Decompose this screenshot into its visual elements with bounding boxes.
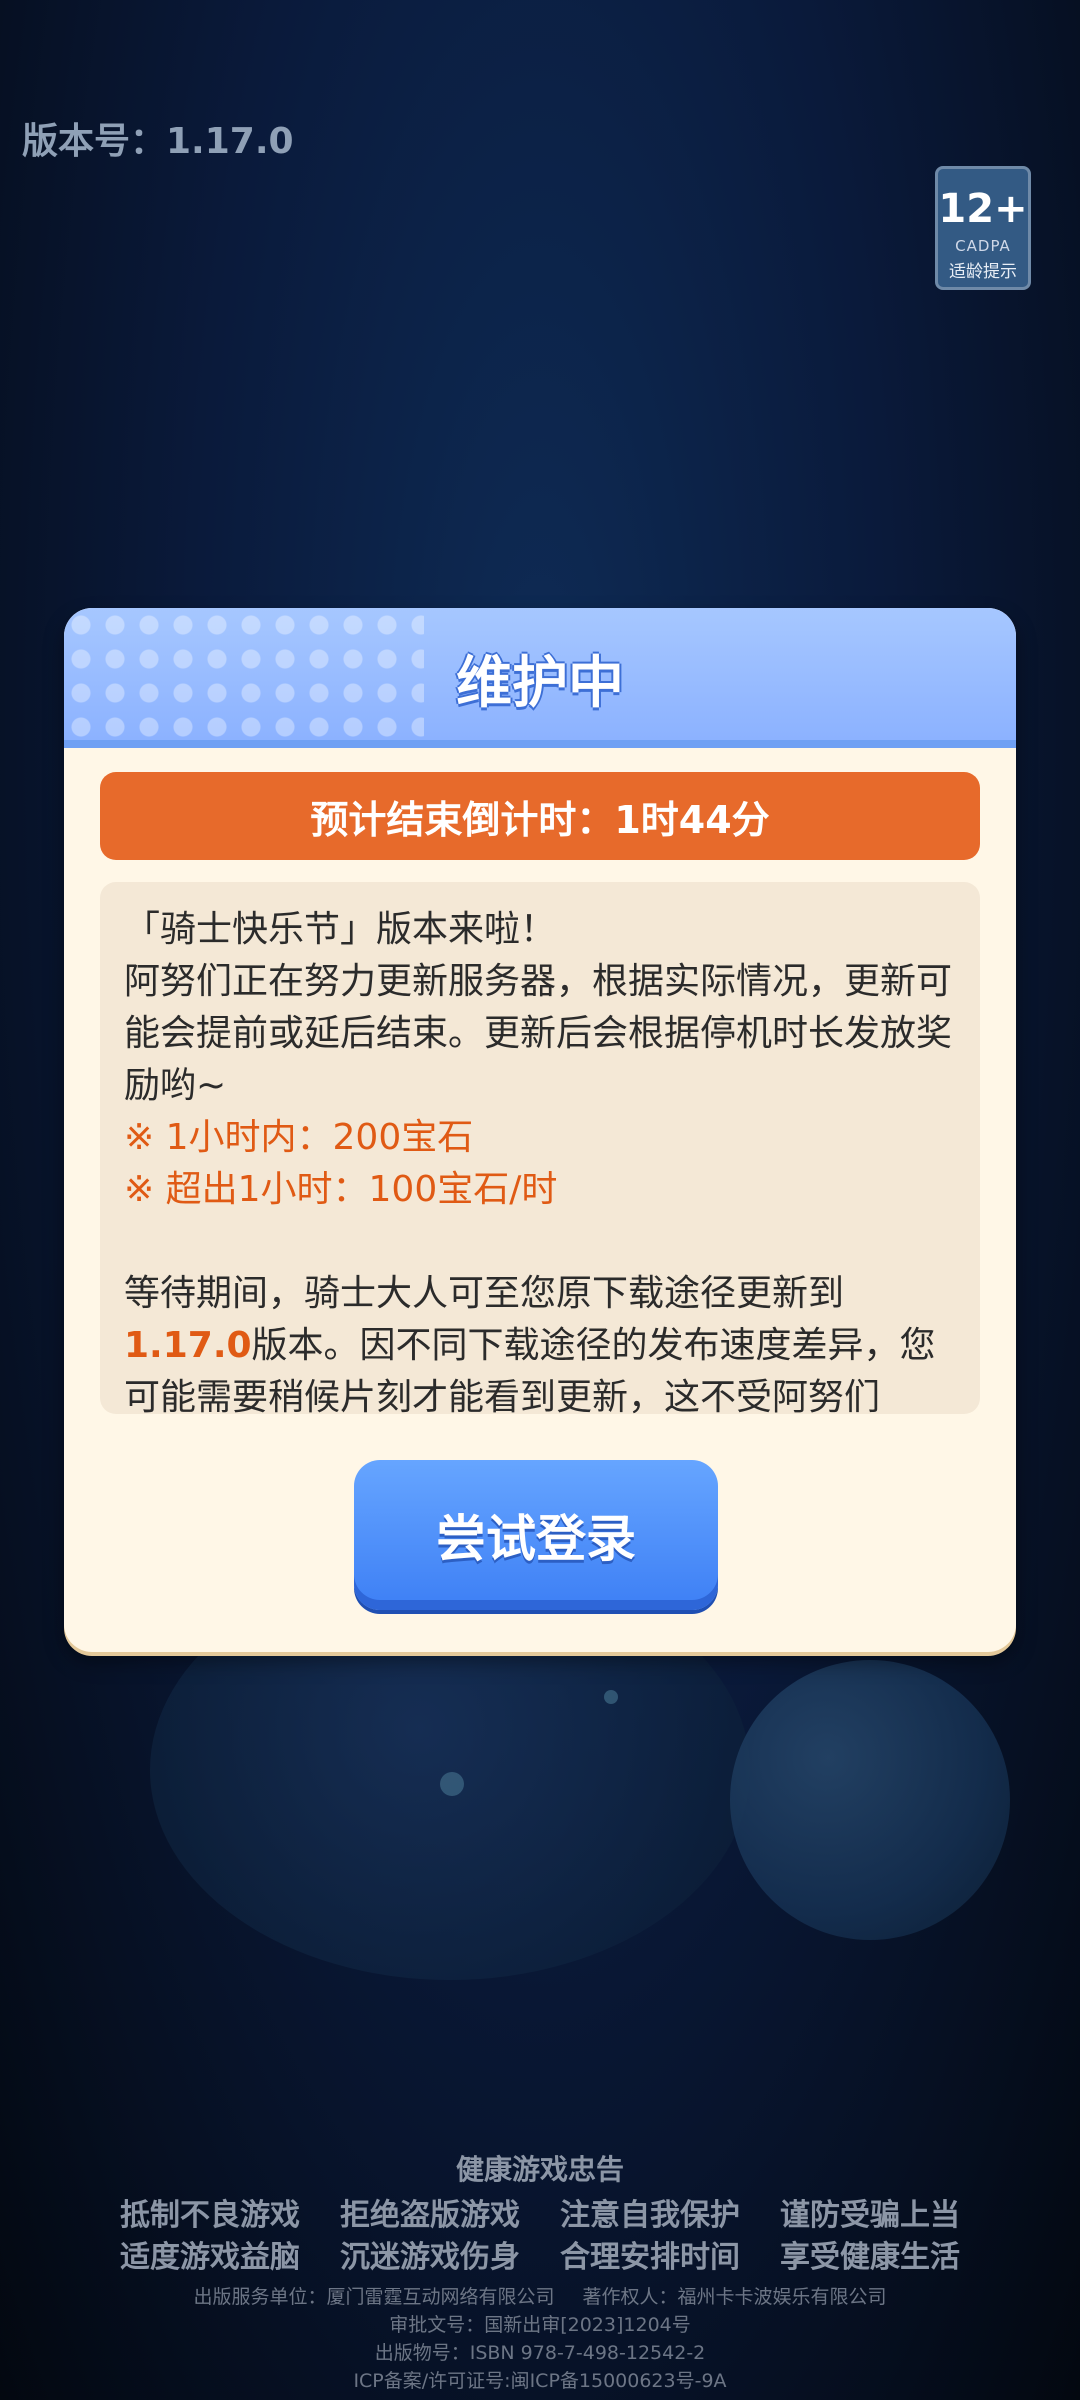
advice-item: 注意自我保护 xyxy=(560,2198,740,2233)
advice-item: 拒绝盗版游戏 xyxy=(340,2198,520,2233)
advice-item: 谨防受骗上当 xyxy=(780,2198,960,2233)
notice-text: 等待期间，骑士大人可至您原下载途径更新到 xyxy=(124,1273,845,1314)
health-advice-row: 抵制不良游戏 拒绝盗版游戏 注意自我保护 谨防受骗上当 xyxy=(0,2190,1080,2234)
reward-line: ※ 1小时内：200宝石 xyxy=(124,1117,474,1158)
advice-item: 适度游戏益脑 xyxy=(120,2240,300,2275)
notice-paragraph: 等待期间，骑士大人可至您原下载途径更新到1.17.0版本。因不同下载途径的发布速… xyxy=(124,1268,956,1414)
background-moon xyxy=(730,1660,1010,1940)
age-rating-tip: 适龄提示 xyxy=(949,262,1017,282)
advice-item: 抵制不良游戏 xyxy=(120,2198,300,2233)
notice-line: 「骑士快乐节」版本来啦！ xyxy=(124,909,557,950)
version-label: 版本号：1.17.0 xyxy=(22,121,294,162)
advice-item: 沉迷游戏伤身 xyxy=(340,2240,520,2275)
version-highlight: 1.17.0 xyxy=(124,1325,252,1366)
background-dot xyxy=(604,1690,618,1704)
maintenance-dialog: 维护中 预计结束倒计时：1时44分 「骑士快乐节」版本来啦！ 阿努们正在努力更新… xyxy=(64,608,1016,1652)
dialog-title: 维护中 xyxy=(456,651,624,716)
publisher-info: 出版服务单位：厦门雷霆互动网络有限公司 著作权人：福州卡卡波娱乐有限公司 xyxy=(0,2282,1080,2309)
health-advice-title: 健康游戏忠告 xyxy=(455,2153,624,2186)
age-rating-badge[interactable]: 12+ CADPA 适龄提示 xyxy=(935,166,1031,290)
isbn-number: 出版物号：ISBN 978-7-498-12542-2 xyxy=(374,2342,706,2364)
icp-number: ICP备案/许可证号:闽ICP备15000623号-9A xyxy=(353,2370,727,2392)
copyright-text: 著作权人：福州卡卡波娱乐有限公司 xyxy=(582,2286,887,2308)
notice-paragraph: 阿努们正在努力更新服务器，根据实际情况，更新可能会提前或延后结束。更新后会根据停… xyxy=(124,961,953,1106)
age-rating-org: CADPA xyxy=(955,237,1011,255)
advice-item: 享受健康生活 xyxy=(780,2240,960,2275)
background-dot xyxy=(440,1772,464,1796)
publisher-text: 出版服务单位：厦门雷霆互动网络有限公司 xyxy=(193,2286,555,2308)
notice-text-panel[interactable]: 「骑士快乐节」版本来啦！ 阿努们正在努力更新服务器，根据实际情况，更新可能会提前… xyxy=(100,882,980,1414)
countdown-banner: 预计结束倒计时：1时44分 xyxy=(100,772,980,860)
age-rating-number: 12+ xyxy=(938,186,1028,232)
reward-line: ※ 超出1小时：100宝石/时 xyxy=(124,1169,558,1210)
dialog-header: 维护中 xyxy=(64,608,1016,748)
health-advice-row: 适度游戏益脑 沉迷游戏伤身 合理安排时间 享受健康生活 xyxy=(0,2232,1080,2276)
try-login-button[interactable]: 尝试登录 xyxy=(354,1460,718,1610)
advice-item: 合理安排时间 xyxy=(560,2240,740,2275)
approval-number: 审批文号：国新出审[2023]1204号 xyxy=(389,2314,691,2336)
